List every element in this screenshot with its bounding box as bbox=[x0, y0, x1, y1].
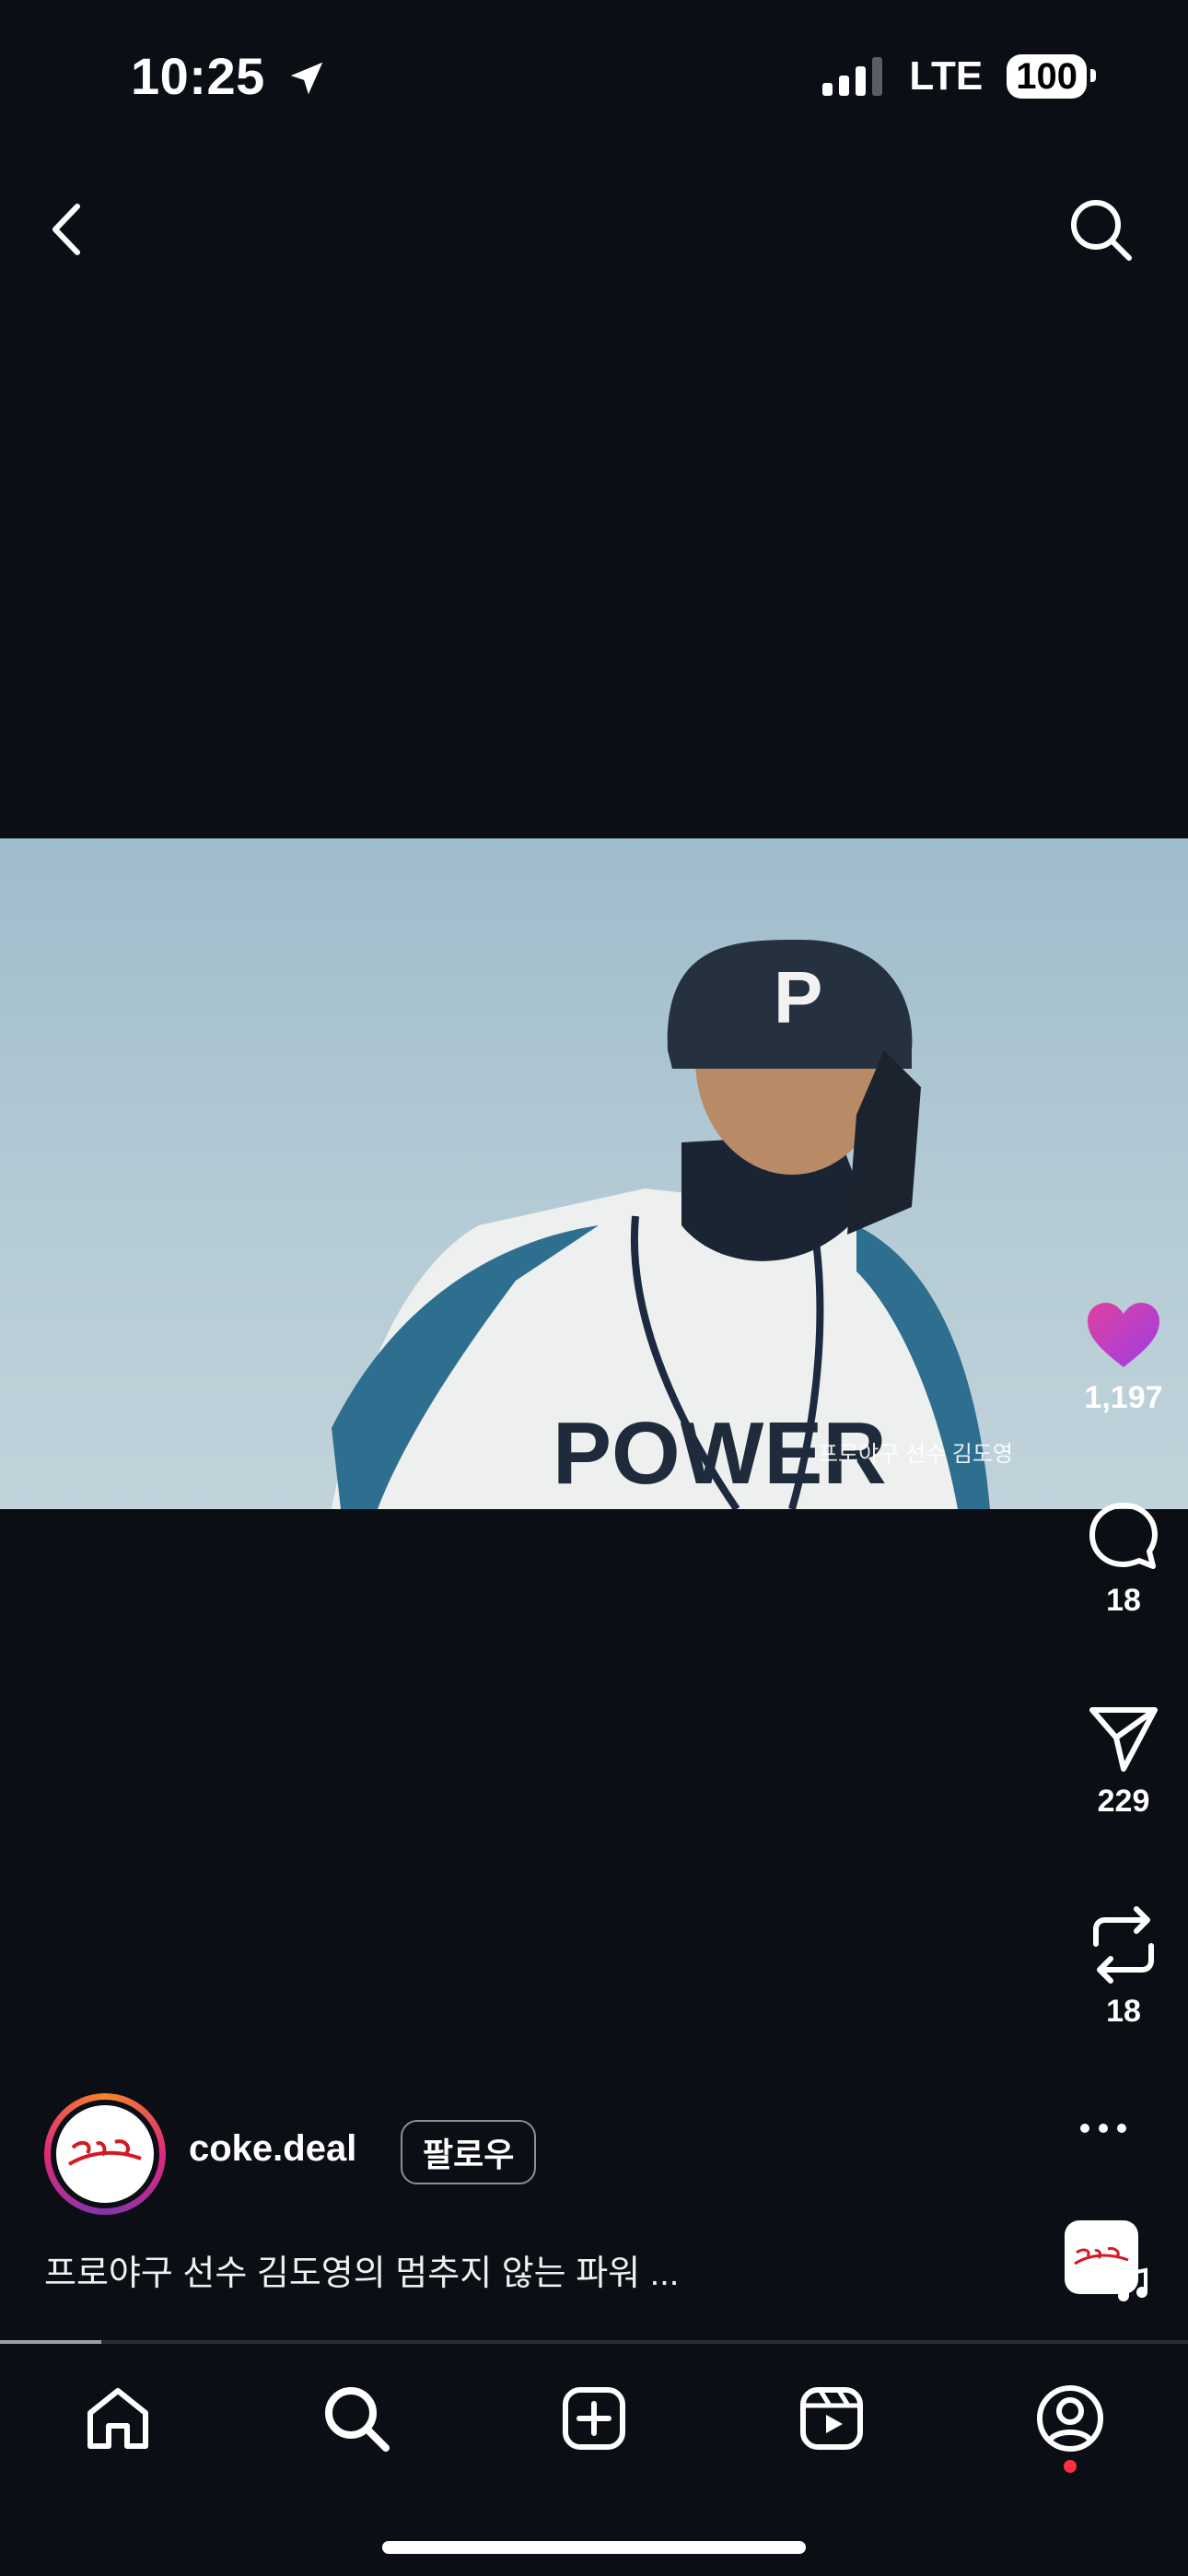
tab-profile[interactable] bbox=[1029, 2377, 1112, 2460]
notification-dot bbox=[1064, 2460, 1077, 2473]
post-caption[interactable]: 프로야구 선수 김도영의 멈추지 않는 파워 ... bbox=[44, 2244, 679, 2295]
heart-filled-icon bbox=[1088, 1303, 1159, 1367]
follow-button[interactable]: 팔로우 bbox=[401, 2120, 537, 2184]
cellular-signal-icon bbox=[822, 57, 883, 96]
video-progress-fill bbox=[0, 2340, 101, 2344]
repost-icon bbox=[1093, 1906, 1154, 1984]
more-horizontal-icon bbox=[1080, 2124, 1126, 2133]
plus-square-icon bbox=[563, 2387, 625, 2450]
search-button[interactable] bbox=[1068, 197, 1135, 268]
like-count: 1,197 bbox=[1084, 1380, 1163, 1415]
tab-reels[interactable] bbox=[790, 2377, 873, 2460]
status-indicators: LTE 100 bbox=[821, 53, 1096, 100]
battery-indicator: 100 bbox=[1007, 54, 1096, 99]
music-note-icon bbox=[1116, 2266, 1149, 2308]
home-icon bbox=[87, 2388, 148, 2449]
location-arrow-icon bbox=[290, 62, 323, 95]
tab-home[interactable] bbox=[76, 2377, 159, 2460]
comment-button[interactable]: 18 bbox=[1059, 1500, 1188, 1619]
share-button[interactable]: 229 bbox=[1059, 1701, 1188, 1820]
back-button[interactable] bbox=[44, 201, 90, 263]
tab-search[interactable] bbox=[315, 2377, 398, 2460]
profile-icon bbox=[1037, 2385, 1103, 2452]
svg-text:P: P bbox=[774, 956, 822, 1038]
repost-button[interactable]: 18 bbox=[1059, 1905, 1188, 2030]
comment-icon bbox=[1089, 1503, 1158, 1569]
like-button[interactable]: 1,197 bbox=[1059, 1299, 1188, 1416]
reel-video[interactable]: P POWER bbox=[0, 838, 1188, 1509]
comment-count: 18 bbox=[1106, 1583, 1141, 1618]
chevron-left-icon bbox=[52, 204, 80, 255]
username[interactable]: coke.deal bbox=[189, 2128, 356, 2170]
avatar-image bbox=[56, 2105, 154, 2203]
send-icon bbox=[1089, 1707, 1158, 1772]
coca-cola-logo bbox=[67, 2139, 142, 2166]
video-progress-track[interactable] bbox=[0, 2340, 1188, 2344]
status-time: 10:25 bbox=[131, 46, 328, 106]
video-frame-illustration: P POWER bbox=[332, 940, 990, 1509]
repost-count: 18 bbox=[1106, 1994, 1141, 2029]
network-type: LTE bbox=[909, 53, 984, 99]
reels-icon bbox=[800, 2387, 863, 2450]
tab-create[interactable] bbox=[553, 2377, 635, 2460]
share-count: 229 bbox=[1097, 1784, 1150, 1819]
search-icon bbox=[1071, 200, 1132, 261]
avatar-border bbox=[51, 2100, 159, 2208]
more-options-button[interactable] bbox=[1077, 2119, 1129, 2142]
video-overlay-caption: 프로야구 선수 김도영 bbox=[817, 1442, 1013, 1467]
search-icon bbox=[325, 2387, 390, 2452]
home-indicator[interactable] bbox=[382, 2541, 806, 2554]
profile-avatar[interactable] bbox=[44, 2093, 166, 2215]
